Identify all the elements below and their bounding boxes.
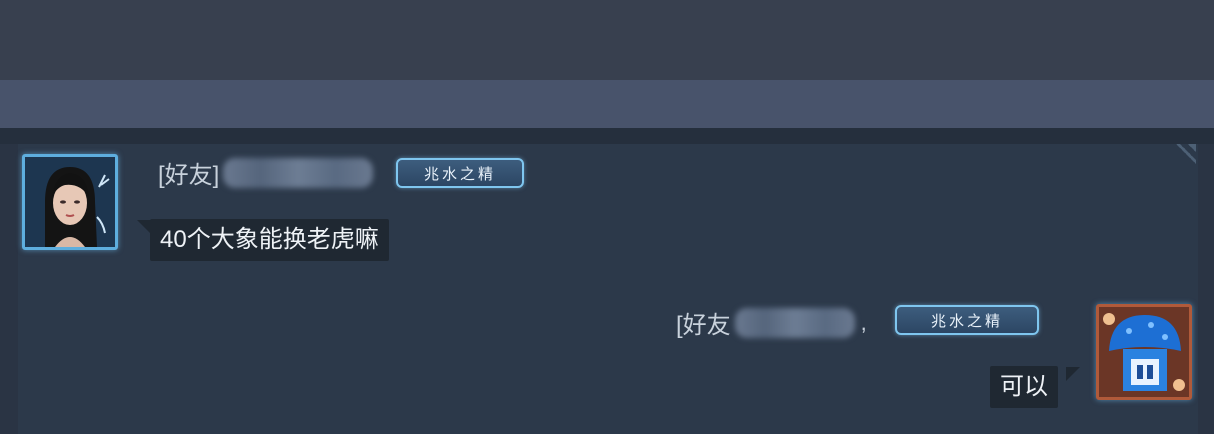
message-text: 40个大象能换老虎嘛 [160, 226, 379, 253]
top-bar [0, 0, 1214, 80]
blurred-username [223, 157, 374, 188]
name-separator: , [860, 309, 867, 335]
message-bubble[interactable]: 可以 [990, 366, 1058, 408]
title-badge-text: 兆水之精 [930, 312, 1003, 330]
title-badge-text: 兆水之精 [423, 165, 496, 183]
channel-bar [0, 80, 1214, 128]
title-badge: 兆水之精 [895, 305, 1039, 335]
self-avatar[interactable] [1096, 304, 1192, 400]
message-text: 可以 [1000, 373, 1048, 400]
friend-tag: [好友 [676, 312, 731, 339]
bubble-tail [137, 220, 151, 234]
friend-avatar[interactable] [22, 154, 118, 250]
message-bubble[interactable]: 40个大象能换老虎嘛 [150, 219, 389, 261]
female-character-avatar-icon [25, 157, 115, 247]
title-badge: 兆水之精 [396, 158, 524, 188]
friend-tag: [好友] [158, 162, 220, 189]
divider [0, 128, 1214, 144]
blurred-username [734, 307, 855, 338]
sender-name-line: [好友] [158, 155, 374, 190]
bubble-tail [1066, 367, 1080, 381]
blue-mushroom-avatar-icon [1099, 307, 1189, 397]
panel-corner-decoration [1176, 144, 1196, 164]
sender-name-line: [好友 , [676, 305, 867, 340]
